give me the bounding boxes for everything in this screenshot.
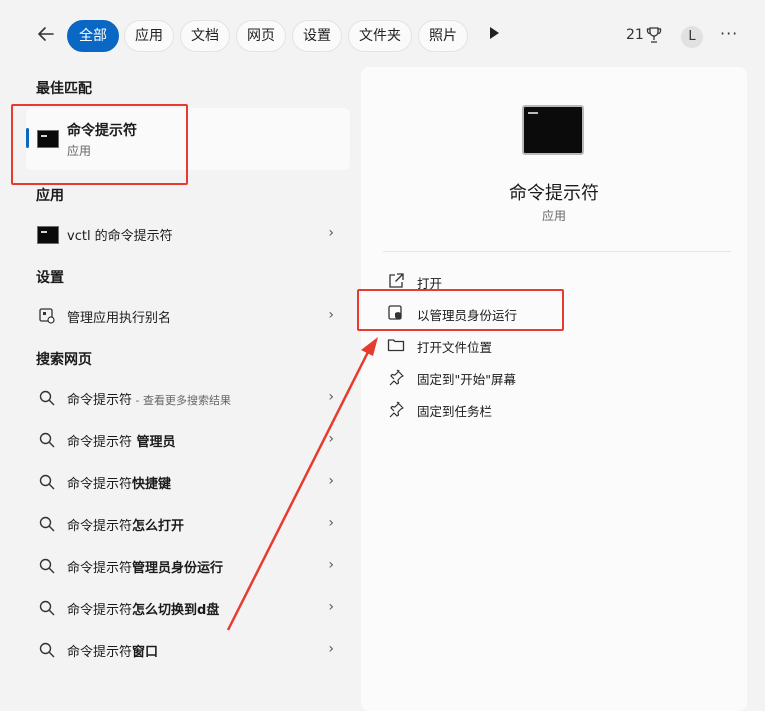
web-result-item[interactable]: 命令提示符怎么切换到d盘 › [26,590,348,626]
tab-all[interactable]: 全部 [67,20,119,52]
filter-bar: 全部 应用 文档 网页 设置 文件夹 照片 21 L ··· [0,0,765,72]
search-icon [38,599,56,617]
settings-heading: 设置 [36,270,64,286]
command-prompt-icon [37,226,59,244]
more-filters-play-icon[interactable] [490,27,499,39]
best-match-heading: 最佳匹配 [36,81,92,97]
web-result-hint: - 查看更多搜索结果 [132,394,231,407]
tab-folders[interactable]: 文件夹 [348,20,412,52]
folder-icon [387,336,405,354]
annotation-box-best-match [11,104,188,185]
action-open-file-location-label: 打开文件位置 [417,340,493,355]
web-result-item[interactable]: 命令提示符怎么打开 › [26,506,348,542]
rewards-points: 21 [626,27,644,43]
action-pin-to-start[interactable]: 固定到"开始"屏幕 [387,363,717,391]
command-prompt-large-icon [522,105,584,155]
tab-web[interactable]: 网页 [236,20,286,52]
chevron-right-icon[interactable]: › [328,515,334,531]
apps-heading: 应用 [36,188,64,204]
web-result-prefix: 命令提示符 [67,435,133,450]
action-pin-to-start-label: 固定到"开始"屏幕 [417,372,516,387]
web-result-prefix: 命令提示符 [67,561,133,576]
more-options-icon[interactable]: ··· [720,24,738,43]
details-panel: 命令提示符 应用 打开 以管理员身份运行 打开文件位置 固定到"开始"屏幕 固定… [361,67,747,711]
chevron-right-icon[interactable]: › [328,641,334,657]
web-search-heading: 搜索网页 [36,352,92,368]
web-result-prefix: 命令提示符 [67,603,133,618]
web-result-prefix: 命令提示符 [67,477,133,492]
action-pin-to-taskbar[interactable]: 固定到任务栏 [387,395,717,423]
chevron-right-icon[interactable]: › [328,307,334,323]
search-icon [38,473,56,491]
web-result-item[interactable]: 命令提示符管理员身份运行 › [26,548,348,584]
search-icon [38,515,56,533]
settings-result-label: 管理应用执行别名 [67,311,172,326]
tab-documents[interactable]: 文档 [180,20,230,52]
chevron-right-icon[interactable]: › [328,473,334,489]
search-icon [38,641,56,659]
details-title: 命令提示符 [509,183,599,204]
action-pin-to-taskbar-label: 固定到任务栏 [417,404,493,419]
chevron-right-icon[interactable]: › [328,557,334,573]
trophy-icon[interactable] [646,26,662,44]
web-result-item[interactable]: 命令提示符 - 查看更多搜索结果 › [26,380,348,416]
web-result-suffix: 怎么切换到d盘 [132,603,220,618]
details-subtitle: 应用 [541,209,566,223]
settings-result-item[interactable]: 管理应用执行别名 › [26,298,348,334]
chevron-right-icon[interactable]: › [328,431,334,447]
web-result-prefix: 命令提示符 [67,645,133,660]
back-arrow-icon[interactable] [34,24,58,48]
web-result-item[interactable]: 命令提示符窗口 › [26,632,348,668]
search-icon [38,389,56,407]
search-icon [38,431,56,449]
avatar[interactable]: L [681,26,703,48]
app-alias-settings-icon [38,307,56,325]
chevron-right-icon[interactable]: › [328,389,334,405]
web-result-suffix: 快捷键 [132,477,172,492]
web-result-item[interactable]: 命令提示符 管理员 › [26,422,348,458]
pin-icon [387,368,405,386]
chevron-right-icon[interactable]: › [328,225,334,241]
web-result-suffix: 管理员 [132,435,176,450]
annotation-box-run-as-admin [357,289,564,331]
tab-apps[interactable]: 应用 [124,20,174,52]
tab-settings[interactable]: 设置 [292,20,342,52]
web-result-item[interactable]: 命令提示符快捷键 › [26,464,348,500]
open-external-icon [387,272,405,290]
web-result-prefix: 命令提示符 [67,519,133,534]
app-result-item[interactable]: vctl 的命令提示符 › [26,216,348,252]
web-result-suffix: 怎么打开 [132,519,185,534]
web-result-suffix: 窗口 [132,645,159,660]
pin-icon [387,400,405,418]
tab-photos[interactable]: 照片 [418,20,468,52]
chevron-right-icon[interactable]: › [328,599,334,615]
web-result-suffix: 管理员身份运行 [132,561,224,576]
web-result-label: 命令提示符 [67,393,133,408]
action-open-file-location[interactable]: 打开文件位置 [387,331,717,359]
divider [383,251,731,252]
app-result-label: vctl 的命令提示符 [67,229,173,244]
search-icon [38,557,56,575]
